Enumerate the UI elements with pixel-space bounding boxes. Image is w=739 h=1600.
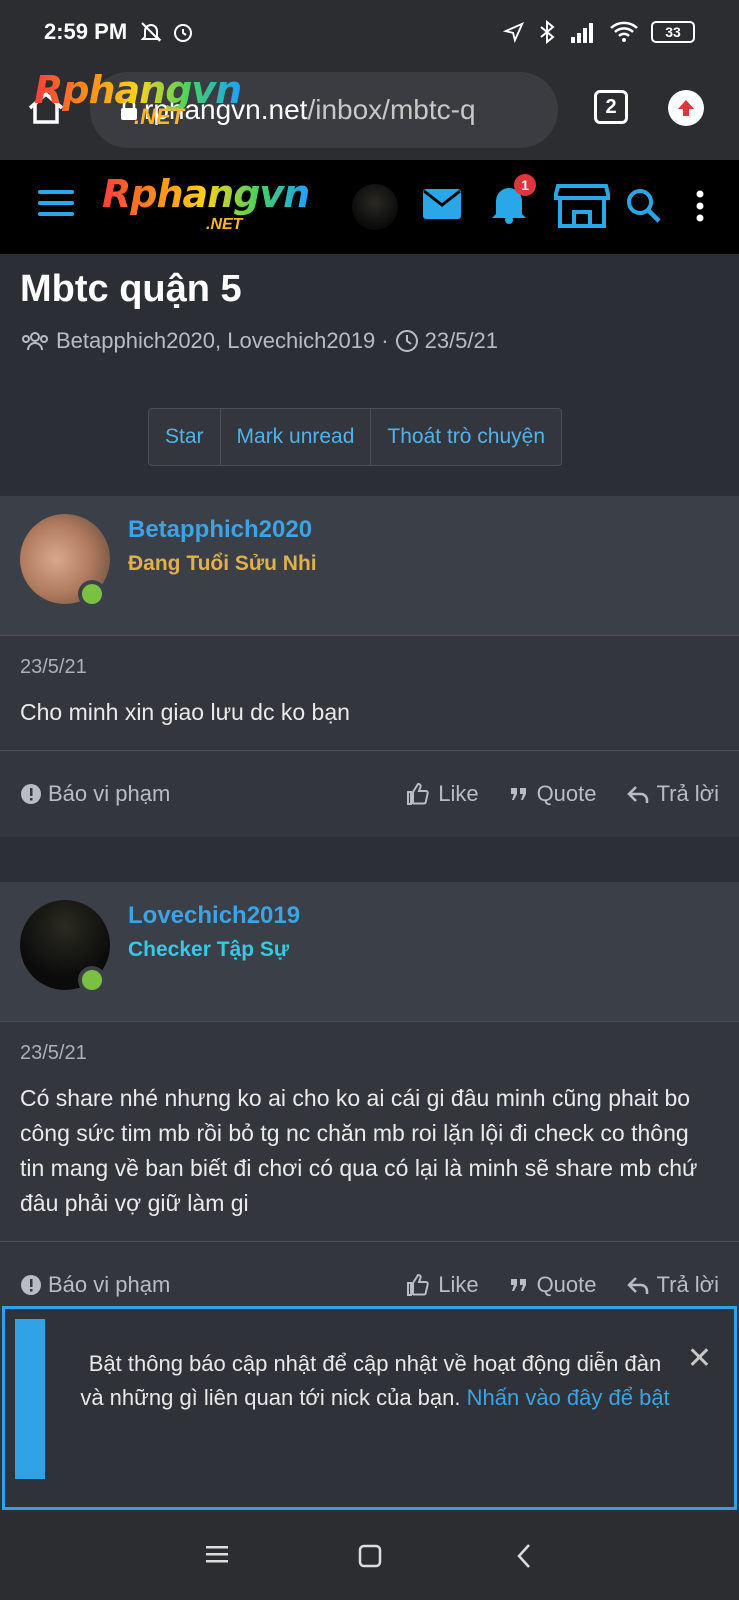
status-time: 2:59 PM — [44, 19, 128, 44]
message-text: Có share nhé nhưng ko ai cho ko ai cái g… — [20, 1085, 698, 1216]
bluetooth-icon — [540, 20, 555, 44]
store-icon[interactable] — [554, 182, 610, 228]
page-title: Mbtc quận 5 — [20, 268, 242, 310]
quote-icon — [510, 1279, 526, 1291]
message: Lovechich2019 Checker Tập Sự 23/5/21 Có … — [0, 882, 739, 1328]
site-header: Rphangvn .NET 1 — [0, 160, 739, 254]
leave-conversation-button[interactable]: Thoát trò chuyện — [371, 409, 561, 465]
warning-icon — [21, 784, 41, 804]
message-date[interactable]: 23/5/21 — [20, 656, 719, 679]
conversation-date: 23/5/21 — [424, 328, 498, 353]
user-title: Checker Tập Sự — [128, 938, 290, 961]
quote-icon — [510, 788, 526, 800]
conversation-actions: Star Mark unread Thoát trò chuyện — [148, 408, 562, 466]
alarm-icon — [174, 24, 193, 42]
menu-icon[interactable] — [38, 190, 74, 220]
message-body: 23/5/21 Có share nhé nhưng ko ai cho ko … — [0, 1022, 739, 1242]
online-indicator — [78, 966, 106, 994]
back-icon[interactable] — [516, 1542, 532, 1570]
conversation-meta: Betapphich2020, Lovechich2019 · 23/5/21 — [20, 328, 498, 354]
thumbs-up-icon — [407, 782, 429, 805]
user-title: Đang Tuổi Sửu Nhi — [128, 552, 317, 575]
quote-button[interactable]: Quote — [509, 781, 597, 807]
username[interactable]: Betapphich2020 — [128, 516, 312, 544]
message-body: 23/5/21 Cho minh xin giao lưu dc ko bạn — [0, 636, 739, 751]
warning-icon — [21, 1275, 41, 1295]
star-button[interactable]: Star — [149, 409, 221, 465]
notification-badge: 1 — [514, 174, 536, 196]
mark-unread-button[interactable]: Mark unread — [221, 409, 372, 465]
browser-toolbar: rphangvn.net/inbox/mbtc-q Rphangvn .NET … — [0, 64, 739, 160]
site-logo-net: .NET — [206, 216, 243, 233]
online-indicator — [78, 580, 106, 608]
username[interactable]: Lovechich2019 — [128, 902, 300, 930]
conversation-header: Mbtc quận 5 Betapphich2020, Lovechich201… — [0, 254, 739, 494]
like-button[interactable]: Like — [406, 1272, 479, 1298]
tab-switcher-button[interactable]: 2 — [594, 90, 628, 124]
user-avatar[interactable] — [352, 184, 398, 230]
message-user-block: Lovechich2019 Checker Tập Sự — [0, 882, 739, 1022]
reply-button[interactable]: Trả lời — [626, 781, 719, 807]
reply-button[interactable]: Trả lời — [626, 1272, 719, 1298]
reply-icon — [626, 786, 648, 803]
message-date[interactable]: 23/5/21 — [20, 1042, 719, 1065]
notice-accent-bar — [15, 1319, 45, 1479]
users-icon — [22, 332, 48, 351]
search-icon[interactable] — [626, 188, 662, 224]
message-user-block: Betapphich2020 Đang Tuổi Sửu Nhi — [0, 496, 739, 636]
system-nav-bar — [0, 1512, 739, 1600]
battery-indicator: 33 — [651, 21, 695, 43]
report-button[interactable]: Báo vi phạm — [20, 781, 170, 807]
overlay-logo-net: .NET — [134, 104, 185, 129]
reply-icon — [626, 1277, 648, 1294]
clock-icon — [395, 330, 418, 352]
message-text: Cho minh xin giao lưu dc ko bạn — [20, 699, 350, 725]
report-button[interactable]: Báo vi phạm — [20, 1272, 170, 1298]
meta-separator: · — [381, 328, 389, 353]
status-bar: 2:59 PM 33 — [0, 0, 739, 64]
message-footer: Báo vi phạm Like Quote Trả lời — [0, 751, 739, 837]
thumbs-up-icon — [407, 1273, 429, 1296]
upload-button[interactable] — [668, 90, 704, 126]
signal-icon — [571, 23, 593, 43]
close-icon[interactable]: ✕ — [687, 1341, 712, 1376]
arrow-up-icon — [678, 100, 694, 116]
site-logo[interactable]: Rphangvn — [102, 172, 310, 216]
wifi-icon — [610, 21, 638, 42]
enable-notifications-link[interactable]: Nhấn vào đây để bật — [467, 1385, 670, 1410]
mail-icon[interactable] — [422, 188, 462, 220]
more-options-icon[interactable] — [692, 188, 708, 224]
recent-apps-icon[interactable] — [206, 1544, 228, 1564]
message: Betapphich2020 Đang Tuổi Sửu Nhi 23/5/21… — [0, 496, 739, 837]
quote-button[interactable]: Quote — [509, 1272, 597, 1298]
like-button[interactable]: Like — [406, 781, 479, 807]
participants[interactable]: Betapphich2020, Lovechich2019 — [56, 328, 375, 354]
mute-bell-icon — [140, 22, 162, 42]
notice-text: Bật thông báo cập nhật để cập nhật về ho… — [80, 1351, 670, 1410]
location-icon — [503, 21, 525, 43]
push-notification-notice: Bật thông báo cập nhật để cập nhật về ho… — [2, 1306, 737, 1510]
home-nav-icon[interactable] — [358, 1544, 382, 1568]
